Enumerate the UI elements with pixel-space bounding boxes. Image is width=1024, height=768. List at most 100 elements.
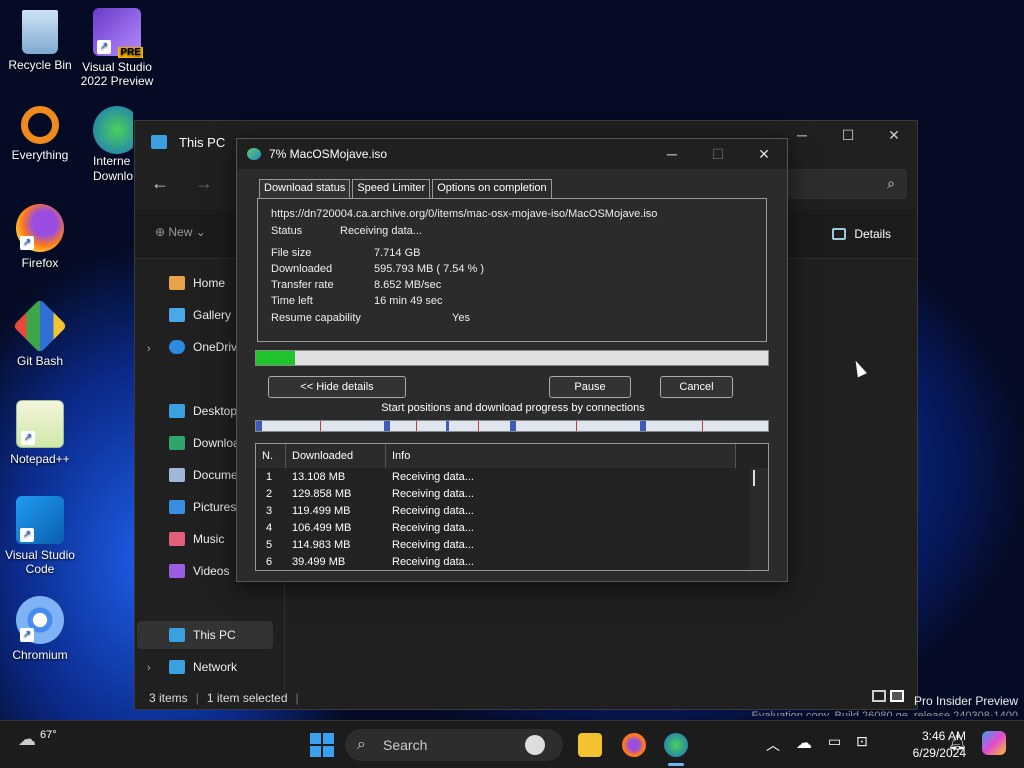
explorer-search-box[interactable]: ⌕ — [787, 169, 907, 199]
column-header-number[interactable]: N. — [256, 444, 286, 468]
taskbar-search[interactable]: ⌕ Search — [345, 729, 563, 761]
connection-segment — [510, 421, 516, 431]
close-icon[interactable]: ✕ — [871, 121, 917, 149]
copilot-icon[interactable] — [982, 731, 1006, 755]
selection-count: 1 item selected — [206, 691, 288, 705]
forward-arrow-icon[interactable]: → — [195, 173, 213, 194]
connections-table[interactable]: N. Downloaded Info 1 13.108 MB Receiving d… — [255, 443, 769, 571]
desktop-icon-notepad[interactable]: ↗ Notepad++ — [0, 400, 80, 466]
shortcut-arrow-icon: ↗ — [97, 40, 111, 54]
transfer-rate-label: Transfer rate — [271, 279, 334, 291]
desktop-icon-idm[interactable]: Interne Downlo — [77, 106, 133, 184]
search-icon: ⌕ — [887, 175, 895, 191]
file-explorer-taskbar-icon[interactable] — [578, 733, 602, 757]
status-label: Status — [271, 225, 303, 237]
download-icon — [169, 436, 185, 450]
tab-download-status[interactable]: Download status — [259, 179, 351, 199]
weather-widget[interactable]: ☁ 67° — [18, 729, 57, 750]
table-row[interactable]: 4 106.499 MB Receiving data... — [256, 520, 750, 537]
sidebar-item-downloads[interactable]: Downloa — [169, 429, 240, 457]
firefox-icon: ↗ — [16, 204, 64, 252]
git-icon — [12, 298, 68, 354]
maximize-icon[interactable]: ☐ — [825, 121, 871, 149]
display-tray-icon[interactable]: ▭ — [828, 733, 841, 750]
desktop-icon-recycle-bin[interactable]: Recycle Bin — [0, 10, 80, 72]
download-progress-dialog[interactable]: 7% MacOSMojave.iso ─ ☐ ✕ Download status… — [236, 138, 788, 582]
back-arrow-icon[interactable]: ← — [151, 173, 169, 194]
table-row[interactable]: 6 39.499 MB Receiving data... — [256, 554, 750, 570]
preview-badge: PRE — [118, 47, 143, 58]
start-button[interactable] — [310, 733, 334, 757]
table-row[interactable]: 3 119.499 MB Receiving data... — [256, 503, 750, 520]
details-pane-icon — [832, 228, 847, 240]
sidebar-item-home[interactable]: Home — [169, 269, 225, 297]
desktop-icon-git-bash[interactable]: Git Bash — [0, 298, 80, 368]
new-button[interactable]: ⊕ New ⌄ — [155, 225, 206, 239]
tab-speed-limiter[interactable]: Speed Limiter — [352, 179, 431, 198]
downloaded-label: Downloaded — [271, 263, 333, 275]
sidebar-item-pictures[interactable]: Pictures — [169, 493, 236, 521]
close-icon[interactable]: ✕ — [741, 139, 787, 169]
pictures-icon — [169, 500, 185, 514]
sidebar-item-videos[interactable]: Videos — [169, 557, 229, 585]
sidebar-item-network[interactable]: Network — [169, 653, 237, 681]
desktop-icon — [169, 404, 185, 418]
onedrive-tray-icon[interactable]: ☁ — [796, 733, 812, 753]
connection-marker — [320, 421, 321, 431]
desktop-icon-visual-studio[interactable]: ↗ PRE Visual Studio 2022 Preview — [77, 8, 157, 88]
recycle-bin-icon — [22, 10, 58, 54]
desktop-icon-vscode[interactable]: ↗ Visual Studio Code — [0, 496, 80, 576]
connection-segment — [640, 421, 646, 431]
cancel-button[interactable]: Cancel — [660, 376, 733, 398]
resume-capability-label: Resume capability — [271, 312, 361, 324]
details-button[interactable]: Details — [832, 227, 891, 241]
sidebar-item-documents[interactable]: Documer — [169, 461, 242, 489]
sidebar-item-music[interactable]: Music — [169, 525, 224, 553]
vscode-icon: ↗ — [16, 496, 64, 544]
connection-segment — [446, 421, 449, 431]
hide-details-button[interactable]: << Hide details — [268, 376, 406, 398]
sidebar-item-onedrive[interactable]: OneDrive — [169, 333, 244, 361]
pc-icon — [169, 628, 185, 642]
pause-button[interactable]: Pause — [549, 376, 631, 398]
tab-options-on-completion[interactable]: Options on completion — [432, 179, 552, 198]
status-value: Receiving data... — [340, 225, 422, 237]
watermark-build: Evaluation copy. Build 26080.ge_release.… — [751, 710, 1018, 716]
chevron-up-icon[interactable]: ︿ — [766, 735, 780, 755]
sidebar-item-this-pc[interactable]: This PC — [137, 621, 273, 649]
documents-icon — [169, 468, 185, 482]
table-row[interactable]: 1 13.108 MB Receiving data... — [256, 469, 750, 486]
minimize-icon[interactable]: ─ — [649, 139, 695, 169]
desktop-icon-firefox[interactable]: ↗ Firefox — [0, 204, 80, 270]
file-size-label: File size — [271, 247, 312, 259]
download-progress-bar — [255, 350, 769, 366]
desktop-icon-chromium[interactable]: ↗ Chromium — [0, 596, 80, 662]
home-icon — [169, 276, 185, 290]
scrollbar-thumb[interactable] — [753, 470, 755, 486]
chromium-icon: ↗ — [16, 596, 64, 644]
sidebar-item-desktop[interactable]: Desktop — [169, 397, 237, 425]
firefox-taskbar-icon[interactable] — [622, 733, 646, 757]
cloud-icon: ☁ — [18, 729, 36, 749]
chevron-right-icon[interactable]: › — [147, 343, 151, 355]
chevron-right-icon[interactable]: › — [147, 662, 151, 674]
gallery-icon — [169, 308, 185, 322]
table-scrollbar[interactable] — [750, 468, 768, 570]
notification-icon[interactable]: 🔔︎ — [948, 733, 967, 751]
item-count: 3 items — [149, 691, 188, 705]
view-toggle-icons[interactable] — [872, 690, 904, 702]
file-size-value: 7.714 GB — [374, 247, 421, 259]
network-tray-icon[interactable]: ⊡ — [856, 733, 868, 750]
desktop-icon-everything[interactable]: Everything — [0, 106, 80, 162]
shortcut-arrow-icon: ↗ — [20, 628, 34, 642]
download-status-panel: https://dn720004.ca.archive.org/0/items/… — [257, 198, 767, 342]
idm-taskbar-icon[interactable] — [664, 733, 688, 757]
onedrive-icon — [169, 340, 185, 354]
table-row[interactable]: 5 114.983 MB Receiving data... — [256, 537, 750, 554]
table-row[interactable]: 2 129.858 MB Receiving data... — [256, 486, 750, 503]
column-header-downloaded[interactable]: Downloaded — [286, 444, 386, 468]
sidebar-item-gallery[interactable]: Gallery — [169, 301, 231, 329]
idm-icon — [93, 106, 133, 154]
column-header-info[interactable]: Info — [386, 444, 736, 468]
network-icon — [169, 660, 185, 674]
